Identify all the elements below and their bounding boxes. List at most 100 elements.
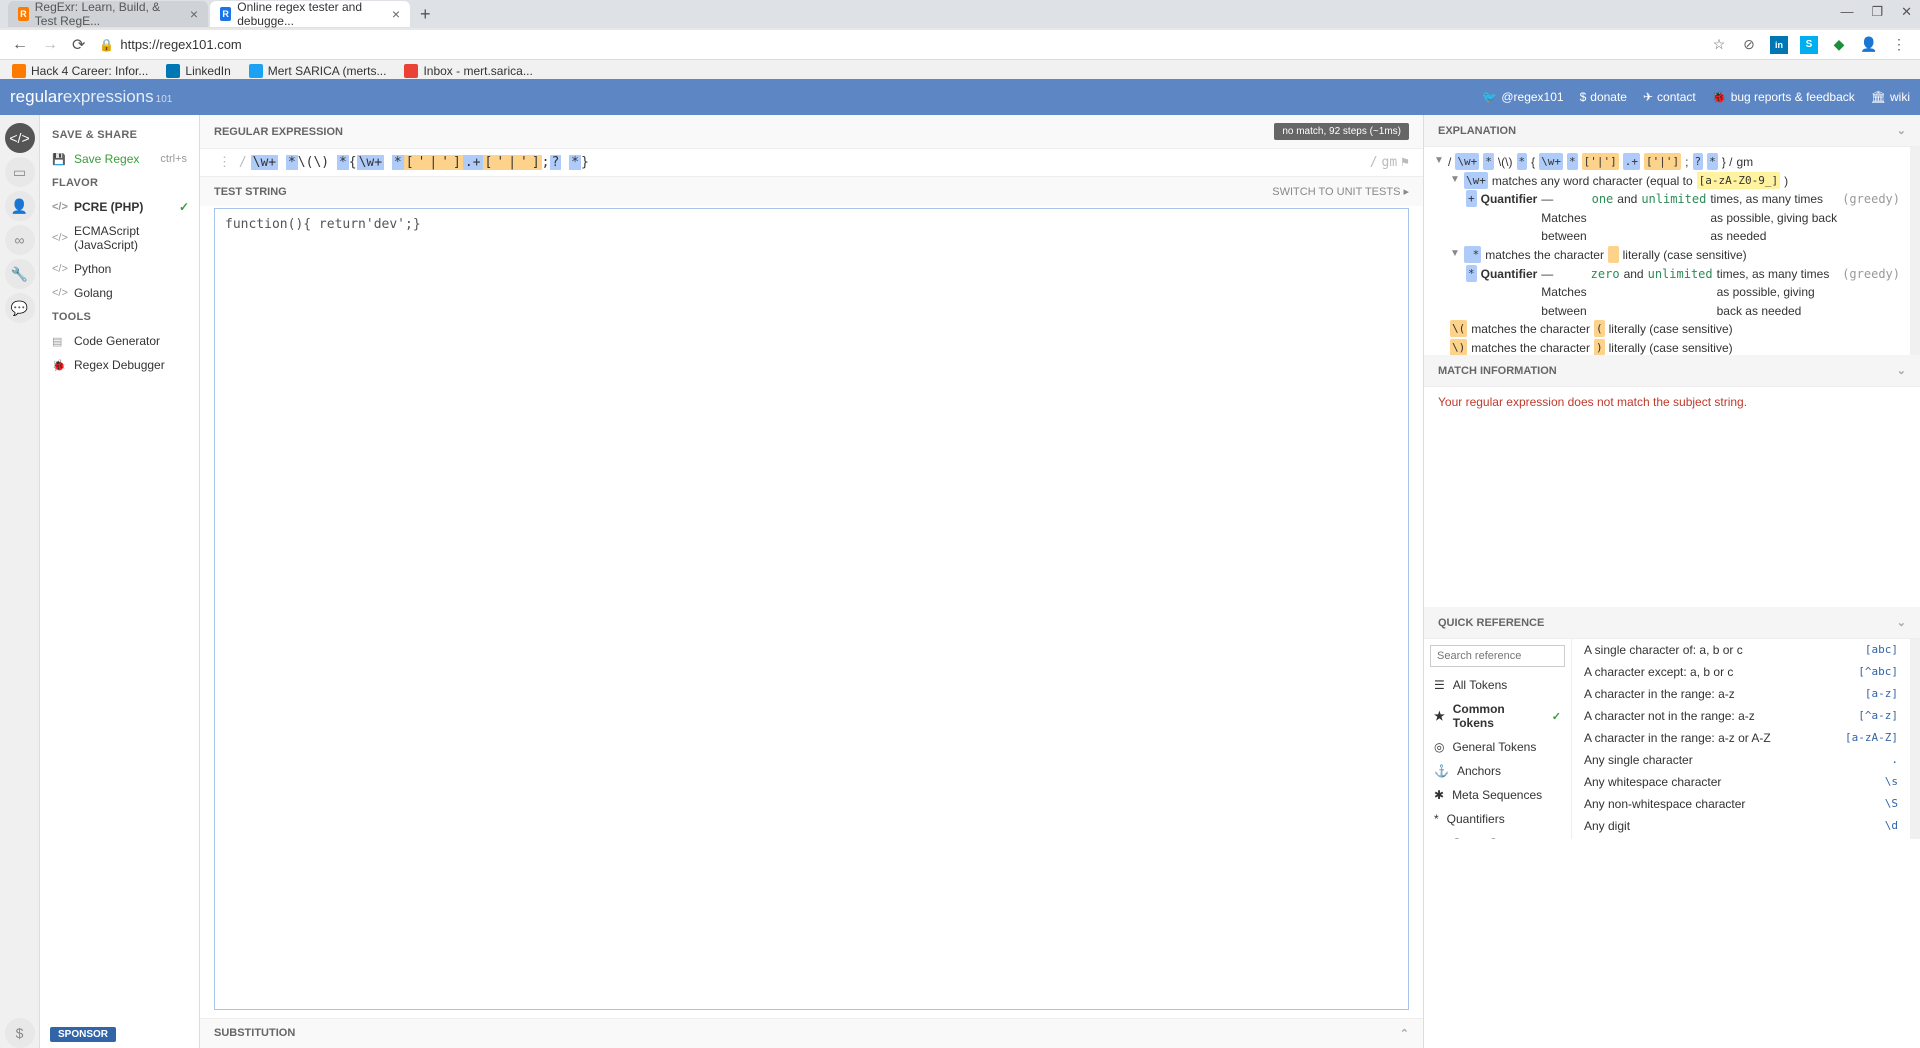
collapse-icon[interactable]: ▼ [1450, 172, 1460, 188]
flavor-header: FLAVOR [40, 171, 199, 195]
explanation-header[interactable]: EXPLANATION ⌄ [1424, 115, 1920, 147]
qr-item[interactable]: Any whitespace character\s [1572, 771, 1910, 793]
circle-plus-icon: ⊕ [1434, 836, 1444, 839]
quiz-icon[interactable]: ∞ [5, 225, 35, 255]
qr-item[interactable]: Any single character. [1572, 749, 1910, 771]
substitution-header[interactable]: SUBSTITUTION ⌃ [200, 1018, 1423, 1048]
code-generator-button[interactable]: ▤Code Generator [40, 329, 199, 353]
linkedin-ext-icon[interactable]: in [1770, 36, 1788, 54]
regex-debugger-button[interactable]: 🐞Regex Debugger [40, 353, 199, 377]
chevron-down-icon: ⌄ [1897, 364, 1906, 377]
close-icon[interactable]: × [392, 6, 400, 22]
sponsor-tag[interactable]: SPONSOR [50, 1027, 116, 1042]
asterisk-icon: ✱ [1434, 788, 1444, 802]
collapse-icon[interactable]: ▼ [1450, 246, 1460, 262]
qr-cat-quantifiers[interactable]: *Quantifiers [1424, 807, 1571, 831]
bookmark-item[interactable]: LinkedIn [166, 64, 230, 78]
close-window-icon[interactable]: ✕ [1901, 4, 1912, 20]
favicon-icon: R [18, 7, 29, 21]
target-icon: ◎ [1434, 740, 1444, 754]
qr-item[interactable]: A character except: a, b or c[^abc] [1572, 661, 1910, 683]
minimize-icon[interactable]: — [1840, 4, 1853, 20]
reload-button[interactable]: ⟳ [72, 35, 85, 55]
wiki-link[interactable]: 🏛wiki [1871, 90, 1910, 104]
star-icon: * [1434, 812, 1439, 826]
app-header: regularexpressions101 🐦@regex101 $donate… [0, 79, 1920, 115]
block-icon[interactable]: ⊘ [1740, 36, 1758, 54]
left-panel: SAVE & SHARE 💾 Save Regex ctrl+s FLAVOR … [40, 115, 200, 1048]
collapse-icon[interactable]: ▼ [1434, 153, 1444, 169]
maximize-icon[interactable]: ❐ [1871, 4, 1883, 20]
qr-item[interactable]: A character in the range: a-z[a-z] [1572, 683, 1910, 705]
star-icon[interactable]: ☆ [1710, 36, 1728, 54]
quick-ref-header[interactable]: QUICK REFERENCE ⌄ [1424, 607, 1920, 639]
qr-cat-common[interactable]: ★Common Tokens✓ [1424, 697, 1571, 735]
explanation-body: ▼ / \w+ *\(\) *{\w+ *['|'].+['|'];? *} /… [1424, 147, 1920, 355]
qr-cat-anchors[interactable]: ⚓Anchors [1424, 759, 1571, 783]
code-icon: </> [52, 232, 66, 244]
qr-cat-meta[interactable]: ✱Meta Sequences [1424, 783, 1571, 807]
quick-ref-body: ☰All Tokens ★Common Tokens✓ ◎General Tok… [1424, 639, 1920, 839]
qr-item[interactable]: Any non-whitespace character\S [1572, 793, 1910, 815]
check-icon: ✓ [1552, 710, 1561, 723]
flavor-golang[interactable]: </>Golang [40, 281, 199, 305]
qr-items: A single character of: a, b or c[abc] A … [1572, 639, 1920, 839]
qr-item[interactable]: A character in the range: a-z or A-Z[a-z… [1572, 727, 1910, 749]
bookmark-icon [12, 64, 26, 78]
qr-item[interactable]: Any digit\d [1572, 815, 1910, 837]
close-icon[interactable]: × [190, 6, 198, 22]
anchor-icon: ⚓ [1434, 764, 1449, 778]
favicon-icon: R [220, 7, 231, 21]
forward-button[interactable]: → [42, 36, 58, 54]
bugs-link[interactable]: 🐞bug reports & feedback [1712, 90, 1855, 104]
url-input[interactable]: 🔒 https://regex101.com [99, 37, 1696, 52]
skype-ext-icon[interactable]: S [1800, 36, 1818, 54]
donate-link[interactable]: $donate [1580, 90, 1627, 104]
bookmark-item[interactable]: Inbox - mert.sarica... [404, 64, 532, 78]
tab-title: RegExr: Learn, Build, & Test RegE... [35, 0, 184, 28]
twitter-link[interactable]: 🐦@regex101 [1482, 90, 1563, 104]
flavor-ecmascript[interactable]: </>ECMAScript (JavaScript) [40, 219, 199, 257]
contact-link[interactable]: ✈contact [1643, 90, 1696, 104]
match-info-header[interactable]: MATCH INFORMATION ⌄ [1424, 355, 1920, 387]
star-icon: ★ [1434, 709, 1445, 723]
regex-input[interactable]: ⋮ / \w+ *\(\) *{\w+ *['|'].+['|'];? *} /… [200, 149, 1423, 177]
chevron-down-icon: ⌄ [1897, 124, 1906, 137]
flavor-python[interactable]: </>Python [40, 257, 199, 281]
bug-icon: 🐞 [1712, 90, 1727, 104]
header-links: 🐦@regex101 $donate ✈contact 🐞bug reports… [1482, 90, 1910, 104]
account-icon[interactable]: 👤 [5, 191, 35, 221]
browser-tab[interactable]: R RegExr: Learn, Build, & Test RegE... × [8, 1, 208, 27]
tab-title: Online regex tester and debugge... [237, 0, 386, 28]
check-icon: ✓ [179, 200, 189, 214]
settings-icon[interactable]: 🔧 [5, 259, 35, 289]
flavor-pcre[interactable]: </>PCRE (PHP)✓ [40, 195, 199, 219]
browser-tab[interactable]: R Online regex tester and debugge... × [210, 1, 410, 27]
back-button[interactable]: ← [12, 36, 28, 54]
switch-unit-tests-link[interactable]: SWITCH TO UNIT TESTS ▸ [1272, 185, 1409, 198]
bookmark-item[interactable]: Mert SARICA (merts... [249, 64, 387, 78]
qr-cat-general[interactable]: ◎General Tokens [1424, 735, 1571, 759]
qr-cat-all[interactable]: ☰All Tokens [1424, 673, 1571, 697]
sponsor-icon[interactable]: $ [5, 1018, 35, 1048]
menu-icon[interactable]: ⋮ [1890, 36, 1908, 54]
profile-avatar[interactable]: 👤 [1860, 36, 1878, 54]
save-icon: 💾 [52, 153, 66, 166]
test-string-input[interactable]: function(){ return'dev';} [214, 208, 1409, 1010]
bookmark-icon [249, 64, 263, 78]
library-icon[interactable]: ▭ [5, 157, 35, 187]
regex-editor-icon[interactable]: </> [5, 123, 35, 153]
chat-icon[interactable]: 💬 [5, 293, 35, 323]
qr-item[interactable]: A single character of: a, b or c[abc] [1572, 639, 1910, 661]
flag-icon: ⚑ [1401, 155, 1409, 170]
qr-item[interactable]: A character not in the range: a-z[^a-z] [1572, 705, 1910, 727]
tools-header: TOOLS [40, 305, 199, 329]
qr-cat-groups[interactable]: ⊕Group Constructs [1424, 831, 1571, 839]
new-tab-button[interactable]: + [412, 4, 439, 25]
qr-search-input[interactable] [1430, 645, 1565, 667]
regex-flags[interactable]: / gm ⚑ [1370, 155, 1409, 170]
bookmark-item[interactable]: Hack 4 Career: Infor... [12, 64, 148, 78]
logo[interactable]: regularexpressions101 [10, 87, 172, 107]
save-regex-button[interactable]: 💾 Save Regex ctrl+s [40, 147, 199, 171]
ext-icon[interactable]: ◆ [1830, 36, 1848, 54]
